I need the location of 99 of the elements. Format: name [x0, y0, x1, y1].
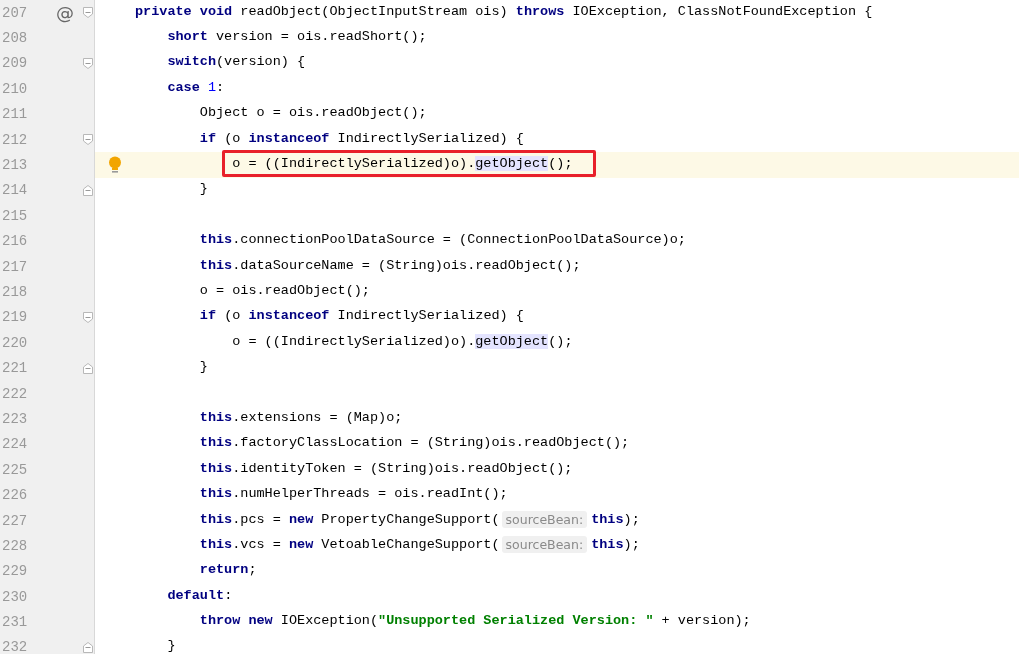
code-text: } — [199, 181, 208, 197]
parameter-hint: sourceBean: — [501, 510, 588, 528]
line-number: 210 — [1, 80, 28, 97]
line-number: 213 — [1, 157, 28, 174]
code-text: ); — [623, 511, 640, 527]
code-text: VetoableChangeSupport( — [321, 536, 500, 552]
number-literal: 1 — [207, 79, 217, 95]
line-number: 230 — [1, 588, 28, 605]
code-text: .pcs = — [232, 511, 282, 527]
code-text: .extensions = (Map)o; — [232, 409, 403, 425]
line-number: 226 — [1, 487, 28, 504]
keyword: switch — [167, 54, 216, 70]
code-text: .factoryClassLocation = (String)ois.readObject(); — [232, 435, 630, 451]
code-text: IndirectlySerialized) { — [337, 130, 524, 146]
line-number: 209 — [1, 55, 28, 72]
code-text: (); — [548, 333, 573, 349]
code-text: (); — [548, 156, 573, 172]
line-number: 215 — [1, 207, 28, 224]
fold-end-icon[interactable] — [81, 640, 94, 654]
line-number: 221 — [1, 360, 28, 377]
fold-end-icon[interactable] — [81, 361, 94, 375]
line-number: 229 — [1, 563, 28, 580]
line-number: 220 — [1, 334, 28, 351]
code-text: (o — [224, 308, 242, 324]
line-number: 219 — [1, 309, 28, 326]
override-marker[interactable]: @ — [56, 3, 74, 22]
keyword: this — [199, 486, 233, 502]
line-number: 222 — [1, 385, 28, 402]
fold-start-icon[interactable] — [81, 310, 94, 324]
code-text: } — [199, 359, 208, 375]
keyword: this — [199, 460, 233, 476]
keyword: this — [199, 536, 233, 552]
code-text: o = ((IndirectlySerialized)o). — [232, 333, 476, 349]
parameter-hint: sourceBean: — [501, 535, 588, 553]
fold-end-icon[interactable] — [81, 183, 94, 197]
fold-start-icon[interactable] — [81, 133, 94, 147]
line-number: 227 — [1, 512, 28, 529]
code-text: .identityToken = (String)ois.readObject(); — [232, 460, 573, 476]
keyword: instanceof — [248, 308, 331, 324]
line-number: 212 — [1, 131, 28, 148]
keyword: if — [199, 130, 217, 146]
line-number: 208 — [1, 30, 28, 47]
code-text: Object o = ois.readObject(); — [199, 105, 427, 121]
code-text: .numHelperThreads = ois.readInt(); — [232, 486, 508, 502]
keyword: this — [199, 511, 233, 527]
code-text: .vcs = — [232, 536, 282, 552]
fold-start-icon[interactable] — [81, 56, 94, 70]
code-text: IndirectlySerialized) { — [337, 308, 524, 324]
keyword: new — [288, 536, 315, 552]
line-number: 207 — [1, 4, 28, 21]
lightbulb-icon[interactable] — [108, 156, 122, 175]
line-number: 223 — [1, 410, 28, 427]
code-text: o = ((IndirectlySerialized)o). — [232, 156, 476, 172]
keyword: if — [199, 308, 217, 324]
code-text: .connectionPoolDataSource = (ConnectionPoolDataSource)o; — [232, 232, 686, 248]
keyword: this — [199, 257, 233, 273]
code-text: } — [167, 638, 176, 654]
code-text: IOException, ClassNotFoundException { — [572, 3, 873, 19]
line-number: 231 — [1, 614, 28, 631]
code-text: version = ois.readShort(); — [216, 29, 427, 45]
line-number: 224 — [1, 436, 28, 453]
highlighted-usage: getObject — [475, 156, 549, 172]
code-text: + version); — [661, 613, 751, 629]
keyword: return — [199, 562, 249, 578]
code-text: : — [216, 79, 225, 95]
keyword: instanceof — [248, 130, 331, 146]
keyword: case — [167, 79, 201, 95]
code-text: ; — [248, 562, 257, 578]
highlighted-usage: getObject — [475, 333, 549, 349]
fold-start-icon[interactable] — [81, 6, 94, 20]
line-number: 216 — [1, 233, 28, 250]
line-number: 225 — [1, 461, 28, 478]
keyword: this — [591, 511, 624, 527]
keyword: new — [288, 511, 315, 527]
keyword: default — [167, 587, 225, 603]
keyword: private void — [135, 3, 234, 19]
code-text: readObject(ObjectInputStream ois) — [240, 3, 509, 19]
line-number: 218 — [1, 284, 28, 300]
code-text: o = ois.readObject(); — [199, 283, 370, 298]
line-number: 217 — [1, 258, 28, 275]
line-number: 211 — [1, 106, 28, 123]
code-text: PropertyChangeSupport( — [321, 511, 500, 527]
line-number: 228 — [1, 537, 28, 554]
code-text: ); — [623, 536, 640, 552]
keyword: this — [199, 232, 233, 248]
keyword: this — [591, 536, 624, 552]
keyword: this — [199, 435, 233, 451]
code-text: (version) { — [216, 54, 306, 70]
code-text: : — [224, 587, 233, 603]
keyword: short — [167, 29, 209, 45]
keyword: throws — [515, 3, 566, 19]
keyword: throw new — [199, 613, 274, 629]
code-text: (o — [224, 130, 242, 146]
line-number: 214 — [1, 182, 28, 199]
code-text: IOException( — [280, 613, 379, 629]
code-text: .dataSourceName = (String)ois.readObject(); — [232, 257, 581, 273]
line-number: 232 — [1, 639, 28, 654]
string-literal: "Unsupported Serialized Version: " — [378, 613, 654, 629]
keyword: this — [199, 409, 233, 425]
